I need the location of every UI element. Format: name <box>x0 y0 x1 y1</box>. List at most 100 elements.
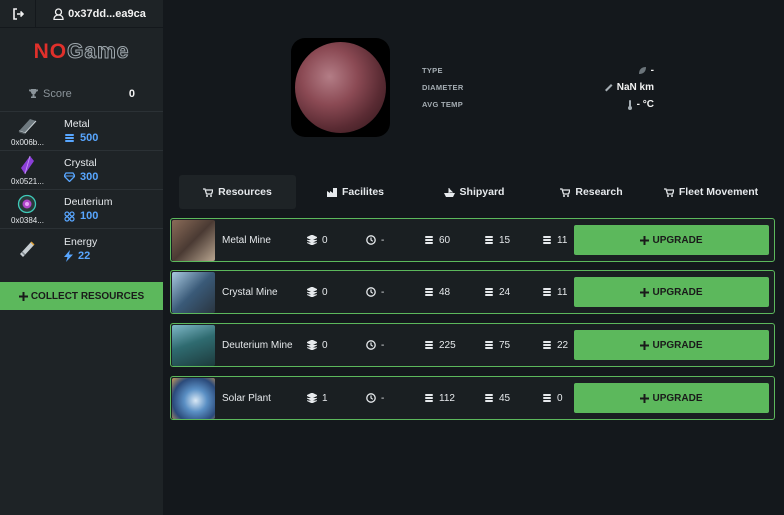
tab-research[interactable]: Research <box>533 175 650 209</box>
coins-icon <box>543 288 551 296</box>
tab-facilites-label: Facilites <box>341 186 385 198</box>
deuterium-label: Deuterium <box>64 196 113 208</box>
resource-metal: 0x006b... Metal 500 <box>0 112 163 151</box>
resource-energy: Energy 22 <box>0 229 163 268</box>
upgrade-label: UPGRADE <box>652 339 703 351</box>
building-cost-metal: 225 <box>439 339 456 351</box>
building-cost-deuterium: 22 <box>557 339 569 351</box>
deuterium-address: 0x0384... <box>11 215 44 225</box>
crystal-address: 0x0521... <box>11 176 44 186</box>
building-level: 0 <box>322 339 328 351</box>
cart-icon <box>663 187 674 197</box>
building-time: - <box>381 392 385 404</box>
cart-icon <box>560 187 571 197</box>
building-level: 0 <box>322 234 328 246</box>
building-name: Metal Mine <box>222 234 271 246</box>
planet-temp-value: - °C <box>636 99 654 110</box>
tab-facilites[interactable]: Facilites <box>296 175 415 209</box>
energy-cell-icon <box>20 240 35 257</box>
clock-icon <box>366 340 376 350</box>
upgrade-label: UPGRADE <box>652 286 703 298</box>
deuterium-amount: 100 <box>64 210 163 222</box>
upgrade-button[interactable]: UPGRADE <box>574 383 769 413</box>
building-time: - <box>381 339 385 351</box>
thermometer-icon <box>627 99 632 110</box>
clock-icon <box>366 235 376 245</box>
upgrade-button[interactable]: UPGRADE <box>574 225 769 255</box>
collect-resources-button[interactable]: COLLECT RESOURCES <box>0 282 163 310</box>
coins-icon <box>485 236 493 244</box>
upgrade-button[interactable]: UPGRADE <box>574 277 769 307</box>
logout-icon <box>12 8 24 20</box>
building-cost-metal: 60 <box>439 234 451 246</box>
planet-diameter-value: NaN km <box>616 82 654 93</box>
building-level: 1 <box>322 392 328 404</box>
coins-icon <box>425 288 433 296</box>
metal-amount: 500 <box>64 132 163 144</box>
layers-icon <box>307 340 317 350</box>
building-name: Deuterium Mine <box>222 339 293 351</box>
nogame-logo: NO Game <box>0 28 163 76</box>
crystal-amount-value: 300 <box>80 171 99 183</box>
tab-research-label: Research <box>575 186 623 198</box>
layers-icon <box>307 393 317 403</box>
metal-amount-value: 500 <box>80 132 99 144</box>
tab-resources[interactable]: Resources <box>179 175 296 209</box>
main-panel: TYPE - DIAMETER NaN km AVG TEMP - °C Res… <box>163 0 784 515</box>
coins-icon <box>425 236 433 244</box>
coins-icon <box>543 341 551 349</box>
building-row-crystal-mine: Crystal Mine 0 - 48 24 11 UPGRADE <box>170 270 775 314</box>
coins-icon <box>543 236 551 244</box>
wallet-address-text: 0x37dd...ea9ca <box>68 7 146 20</box>
user-icon <box>53 7 64 20</box>
upgrade-label: UPGRADE <box>652 234 703 246</box>
score-label-text: Score <box>43 87 72 100</box>
plus-icon <box>640 235 650 245</box>
planet-type-row: TYPE - <box>422 62 654 79</box>
deuterium-amount-value: 100 <box>80 210 99 222</box>
plus-icon <box>640 340 650 350</box>
building-level: 0 <box>322 286 328 298</box>
layers-icon <box>307 235 317 245</box>
plus-icon <box>18 291 28 301</box>
planet-stats: TYPE - DIAMETER NaN km AVG TEMP - °C <box>422 62 654 113</box>
coins-icon <box>485 288 493 296</box>
bolt-icon <box>64 249 73 262</box>
crystal-amount: 300 <box>64 171 163 183</box>
plus-icon <box>640 287 650 297</box>
building-row-metal-mine: Metal Mine 0 - 60 15 11 UPGRADE <box>170 218 775 262</box>
building-cost-metal: 112 <box>439 392 455 404</box>
planet-sphere <box>295 42 386 133</box>
sidebar-topbar: 0x37dd...ea9ca <box>0 0 163 28</box>
coins-icon <box>425 394 433 402</box>
tab-fleet-movement-label: Fleet Movement <box>678 186 759 198</box>
wallet-address[interactable]: 0x37dd...ea9ca <box>36 0 163 27</box>
tab-shipyard[interactable]: Shipyard <box>415 175 533 209</box>
planet-diameter-label: DIAMETER <box>422 83 464 92</box>
upgrade-button[interactable]: UPGRADE <box>574 330 769 360</box>
building-cost-deuterium: 11 <box>557 286 568 298</box>
metal-mine-image <box>172 219 215 261</box>
tab-resources-label: Resources <box>218 186 272 198</box>
metal-address: 0x006b... <box>11 137 44 147</box>
clock-icon <box>366 393 376 403</box>
sidebar: 0x37dd...ea9ca NO Game Score 0 0x006b... … <box>0 0 163 515</box>
planet-diameter-row: DIAMETER NaN km <box>422 79 654 96</box>
score-value: 0 <box>128 87 135 100</box>
tab-fleet-movement[interactable]: Fleet Movement <box>650 175 772 209</box>
logo-part-game: Game <box>67 40 130 64</box>
planet-temp-label: AVG TEMP <box>422 100 464 109</box>
upgrade-label: UPGRADE <box>652 392 703 404</box>
solar-plant-image <box>172 377 215 419</box>
metal-label: Metal <box>64 118 90 130</box>
building-row-deuterium-mine: Deuterium Mine 0 - 225 75 22 UPGRADE <box>170 323 775 367</box>
ship-icon <box>443 187 455 197</box>
plus-icon <box>640 393 650 403</box>
main-tabs: Resources Facilites Shipyard Research Fl… <box>179 175 779 209</box>
coins-icon <box>425 341 433 349</box>
logout-button[interactable] <box>0 0 36 28</box>
building-cost-crystal: 45 <box>499 392 511 404</box>
cart-icon <box>203 187 214 197</box>
resource-deuterium: 0x0384... Deuterium 100 <box>0 190 163 229</box>
building-cost-deuterium: 11 <box>557 234 568 246</box>
